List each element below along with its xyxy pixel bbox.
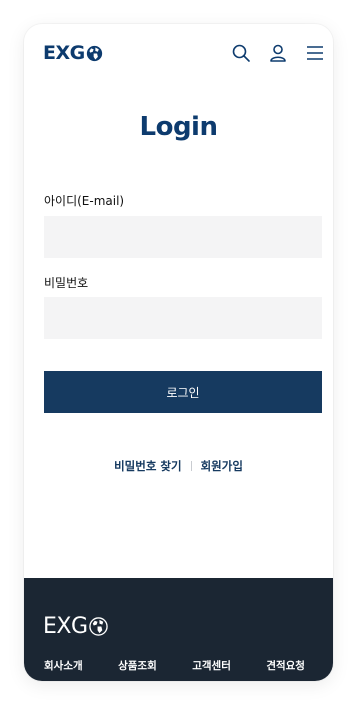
signup-link[interactable]: 회원가입 <box>201 458 243 474</box>
footer-nav-quote[interactable]: 견적요청 <box>266 658 305 673</box>
user-icon[interactable] <box>268 43 288 63</box>
link-divider <box>190 461 192 471</box>
logo-text: EXG <box>43 41 85 64</box>
footer-logo-text: EXG <box>43 614 88 639</box>
footer-nav-products[interactable]: 상품조회 <box>118 658 157 673</box>
footer: EXG 회사소개 상품조회 고객센터 견적요청 <box>24 578 333 681</box>
footer-logo[interactable]: EXG <box>43 614 108 639</box>
globe-icon <box>88 617 108 636</box>
password-label: 비밀번호 <box>44 276 89 290</box>
page-title: Login <box>139 112 218 142</box>
password-input[interactable] <box>44 297 322 339</box>
account-links: 비밀번호 찾기 회원가입 <box>24 458 333 474</box>
find-password-link[interactable]: 비밀번호 찾기 <box>114 458 181 474</box>
logo[interactable]: EXG <box>43 42 103 64</box>
phone-frame: EXG Login 아이디(E-mail) 비밀번호 로그인 비밀번호 찾기 회… <box>24 24 333 681</box>
search-icon[interactable] <box>231 43 251 63</box>
login-button[interactable]: 로그인 <box>44 371 322 413</box>
globe-icon <box>86 45 102 61</box>
header: EXG <box>24 24 333 84</box>
footer-nav-company[interactable]: 회사소개 <box>44 658 83 673</box>
footer-nav-support[interactable]: 고객센터 <box>192 658 231 673</box>
menu-icon[interactable] <box>305 43 325 63</box>
id-input[interactable] <box>44 216 322 258</box>
id-label: 아이디(E-mail) <box>44 194 125 208</box>
footer-nav: 회사소개 상품조회 고객센터 견적요청 <box>24 658 333 673</box>
